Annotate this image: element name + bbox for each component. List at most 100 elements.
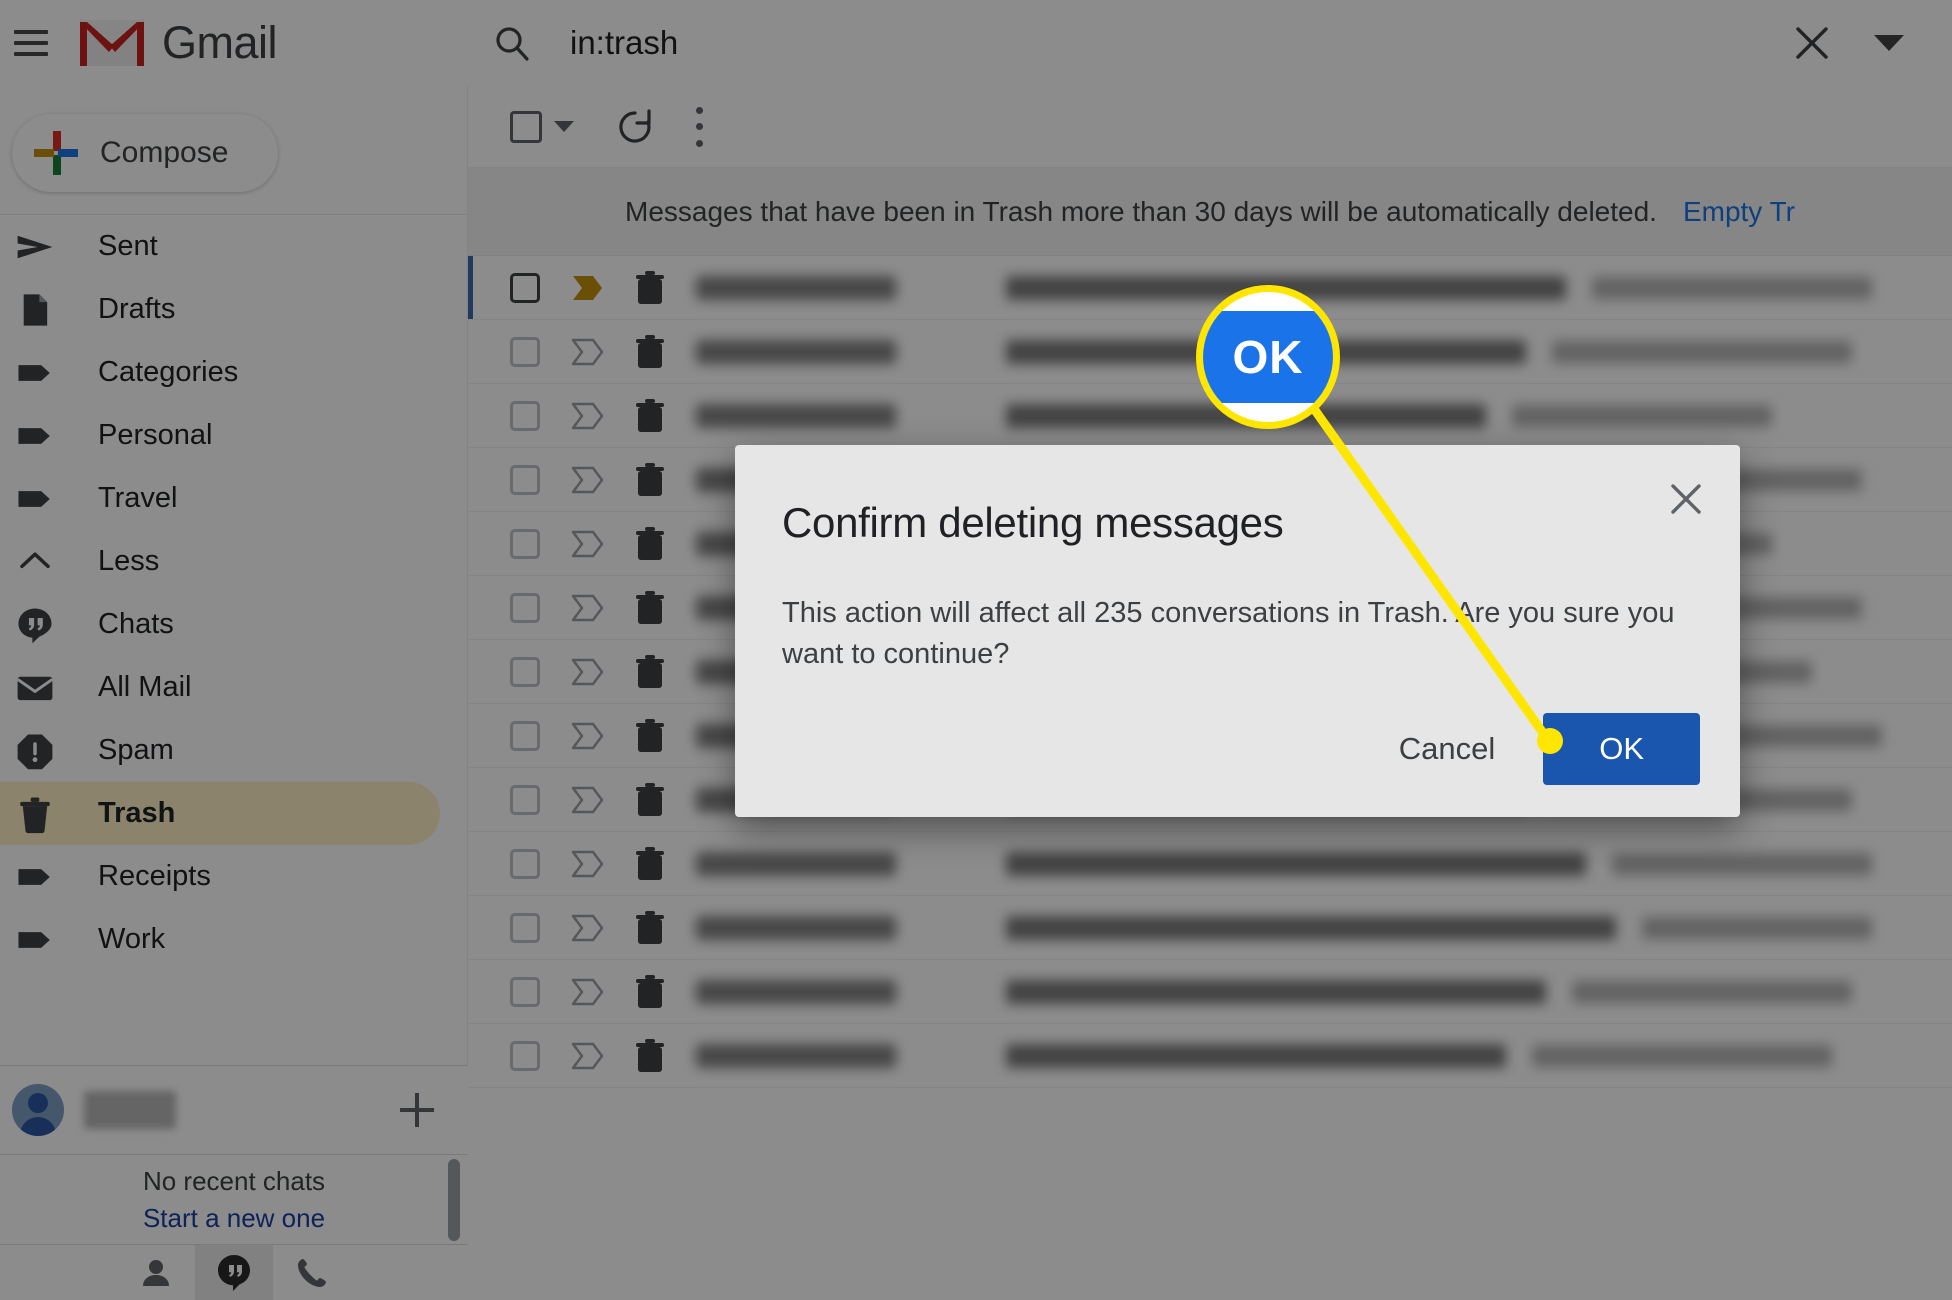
row-checkbox[interactable]: [510, 464, 540, 495]
row-checkbox[interactable]: [510, 592, 540, 623]
mail-icon: [16, 676, 54, 700]
chat-tab-hangouts[interactable]: [195, 1244, 273, 1300]
trash-icon[interactable]: [634, 846, 666, 882]
important-marker-icon[interactable]: [570, 593, 604, 623]
table-row[interactable]: [468, 832, 1952, 896]
sidebar-item-label: Work: [98, 923, 166, 955]
sidebar-item-spam[interactable]: Spam: [0, 719, 467, 782]
table-row[interactable]: [468, 1024, 1952, 1088]
important-marker-icon[interactable]: [570, 849, 604, 879]
label-icon: [12, 476, 58, 522]
plus-icon[interactable]: [400, 1093, 434, 1127]
sidebar-item-chats[interactable]: Chats: [0, 593, 467, 656]
list-toolbar: [468, 86, 1952, 168]
trash-icon[interactable]: [634, 782, 666, 818]
sidebar-item-less[interactable]: Less: [0, 530, 467, 593]
row-checkbox[interactable]: [510, 272, 540, 303]
chat-empty-state: No recent chats Start a new one: [0, 1154, 468, 1244]
phone-icon: [298, 1258, 326, 1287]
search-input[interactable]: [570, 24, 1790, 62]
select-all-checkbox[interactable]: [510, 110, 542, 143]
row-checkbox[interactable]: [510, 528, 540, 559]
sender-redacted: [696, 915, 896, 940]
trash-icon[interactable]: [634, 270, 666, 306]
start-new-chat-link[interactable]: Start a new one: [143, 1203, 325, 1234]
subject-redacted: [1006, 979, 1546, 1004]
chat-account-row[interactable]: [0, 1066, 468, 1154]
chat-tab-phone[interactable]: [273, 1245, 351, 1300]
snippet-redacted: [1572, 980, 1852, 1003]
trash-icon[interactable]: [634, 526, 666, 562]
sidebar-item-categories[interactable]: Categories: [0, 341, 467, 404]
chevron-down-icon[interactable]: [1874, 35, 1904, 51]
row-checkbox[interactable]: [510, 336, 540, 367]
trash-icon[interactable]: [634, 974, 666, 1010]
trash-icon[interactable]: [634, 654, 666, 690]
refresh-icon[interactable]: [616, 108, 654, 146]
compose-button[interactable]: Compose: [12, 114, 278, 192]
important-marker-icon[interactable]: [570, 337, 604, 367]
contacts-icon: [143, 1259, 169, 1286]
sidebar-item-label: Trash: [98, 797, 176, 829]
label-icon: [18, 364, 50, 381]
sidebar-item-travel[interactable]: Travel: [0, 467, 467, 530]
hamburger-menu-icon[interactable]: [14, 30, 48, 56]
table-row[interactable]: [468, 960, 1952, 1024]
important-marker-icon[interactable]: [570, 721, 604, 751]
scrollbar[interactable]: [448, 1159, 460, 1241]
important-marker-icon[interactable]: [570, 401, 604, 431]
important-marker-icon[interactable]: [570, 785, 604, 815]
important-marker-icon[interactable]: [570, 657, 604, 687]
close-icon[interactable]: [1790, 21, 1834, 65]
sidebar-item-personal[interactable]: Personal: [0, 404, 467, 467]
sidebar-item-label: Sent: [98, 230, 158, 262]
important-marker-icon[interactable]: [570, 1041, 604, 1071]
ok-button[interactable]: OK: [1543, 713, 1700, 785]
sidebar-item-trash[interactable]: Trash: [0, 782, 440, 845]
snippet-redacted: [1592, 276, 1872, 299]
important-marker-icon[interactable]: [570, 913, 604, 943]
label-icon: [12, 413, 58, 459]
trash-icon[interactable]: [634, 334, 666, 370]
trash-icon[interactable]: [634, 590, 666, 626]
row-checkbox[interactable]: [510, 656, 540, 687]
label-icon: [18, 427, 50, 444]
sidebar-item-drafts[interactable]: Drafts: [0, 278, 467, 341]
sidebar-item-work[interactable]: Work: [0, 908, 467, 971]
trash-icon[interactable]: [634, 718, 666, 754]
cancel-button[interactable]: Cancel: [1391, 719, 1504, 779]
sender-redacted: [696, 275, 896, 300]
sender-redacted: [696, 1043, 896, 1068]
more-vertical-icon[interactable]: [696, 106, 706, 147]
trash-icon[interactable]: [634, 398, 666, 434]
table-row[interactable]: [468, 896, 1952, 960]
sender-redacted: [696, 339, 896, 364]
sidebar-item-sent[interactable]: Sent: [0, 215, 467, 278]
important-marker-icon[interactable]: [570, 977, 604, 1007]
hangouts-icon: [18, 607, 52, 643]
row-checkbox[interactable]: [510, 912, 540, 943]
sidebar-item-all-mail[interactable]: All Mail: [0, 656, 467, 719]
chevron-down-icon[interactable]: [554, 121, 574, 132]
empty-trash-link[interactable]: Empty Tr: [1683, 196, 1795, 228]
row-checkbox[interactable]: [510, 1040, 540, 1071]
table-row[interactable]: [468, 256, 1952, 320]
sidebar-item-receipts[interactable]: Receipts: [0, 845, 467, 908]
row-checkbox[interactable]: [510, 720, 540, 751]
sidebar-item-label: Less: [98, 545, 160, 577]
trash-icon[interactable]: [634, 462, 666, 498]
callout-badge-ok: OK: [1196, 285, 1340, 429]
row-checkbox[interactable]: [510, 848, 540, 879]
row-checkbox[interactable]: [510, 976, 540, 1007]
row-checkbox[interactable]: [510, 400, 540, 431]
trash-icon[interactable]: [634, 1038, 666, 1074]
chat-tab-contacts[interactable]: [117, 1245, 195, 1300]
close-icon[interactable]: [1666, 479, 1706, 519]
important-marker-icon[interactable]: [570, 273, 604, 303]
trash-icon[interactable]: [634, 910, 666, 946]
snippet-redacted: [1642, 916, 1872, 939]
important-marker-icon[interactable]: [570, 529, 604, 559]
important-marker-icon[interactable]: [570, 465, 604, 495]
row-checkbox[interactable]: [510, 784, 540, 815]
confirm-delete-dialog: Confirm deleting messages This action wi…: [735, 445, 1740, 817]
